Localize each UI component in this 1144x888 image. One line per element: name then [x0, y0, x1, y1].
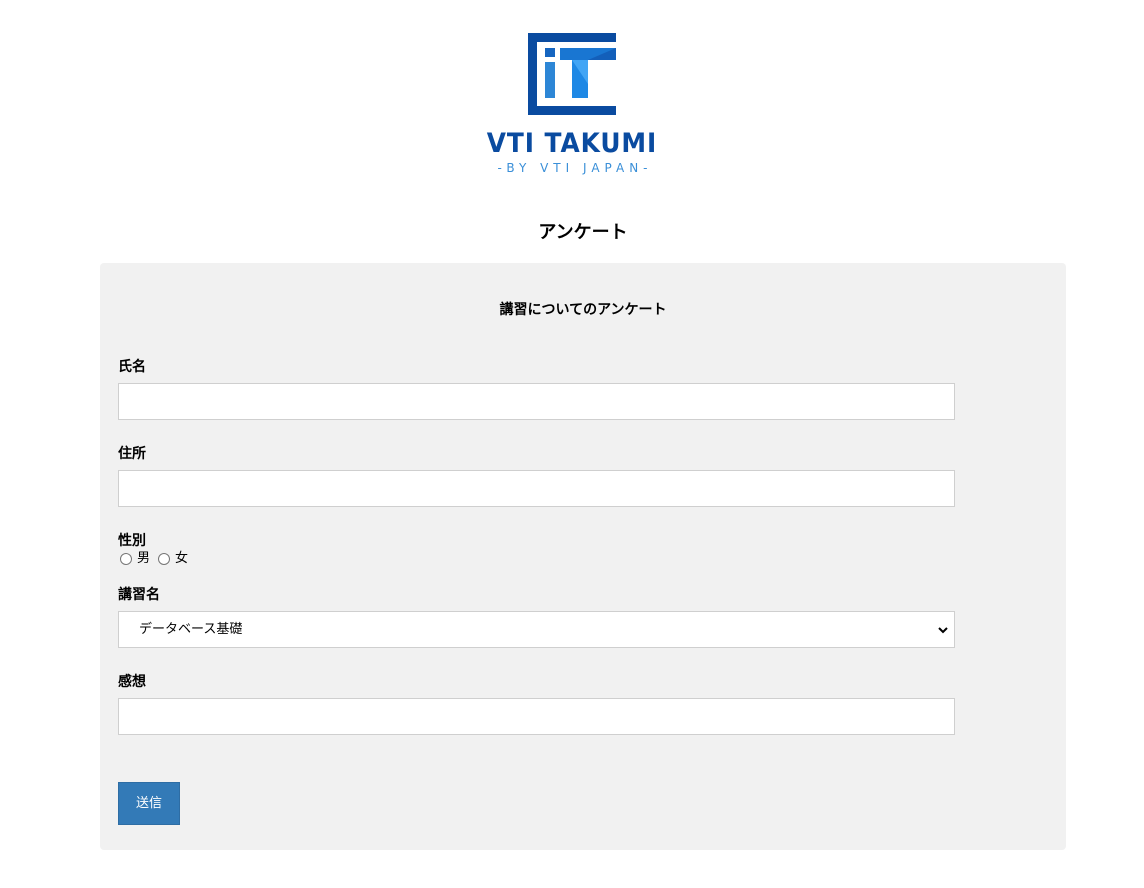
name-input[interactable]: [118, 383, 955, 420]
course-label: 講習名: [118, 587, 160, 603]
gender-radio-group: 男 女: [120, 551, 196, 567]
page-title: アンケート: [538, 222, 628, 243]
address-label: 住所: [118, 446, 146, 462]
gender-male-radio[interactable]: [120, 553, 132, 565]
address-input[interactable]: [118, 470, 955, 507]
gender-female-radio[interactable]: [158, 553, 171, 565]
site-logo: VTI TAKUMI -BY VTI JAPAN-: [0, 28, 1144, 175]
survey-form-card: 講習についてのアンケート 氏名 住所 性別 男 女 講習名 データベース基礎 感…: [100, 263, 1066, 850]
course-select[interactable]: データベース基礎: [118, 611, 955, 648]
impression-input[interactable]: [118, 698, 955, 735]
gender-label: 性別: [118, 533, 146, 549]
gender-male-label[interactable]: 男: [137, 551, 150, 567]
name-label: 氏名: [118, 359, 146, 375]
form-title: 講習についてのアンケート: [499, 302, 667, 318]
impression-label: 感想: [118, 674, 146, 690]
submit-button[interactable]: 送信: [118, 782, 180, 825]
logo-mark-icon: [528, 33, 616, 115]
gender-female-label[interactable]: 女: [175, 551, 188, 567]
chevron-down-icon: [938, 612, 948, 647]
logo-brand-text: VTI TAKUMI: [486, 128, 658, 159]
logo-subtitle: -BY VTI JAPAN-: [497, 161, 653, 175]
course-select-value: データベース基礎: [139, 622, 243, 637]
